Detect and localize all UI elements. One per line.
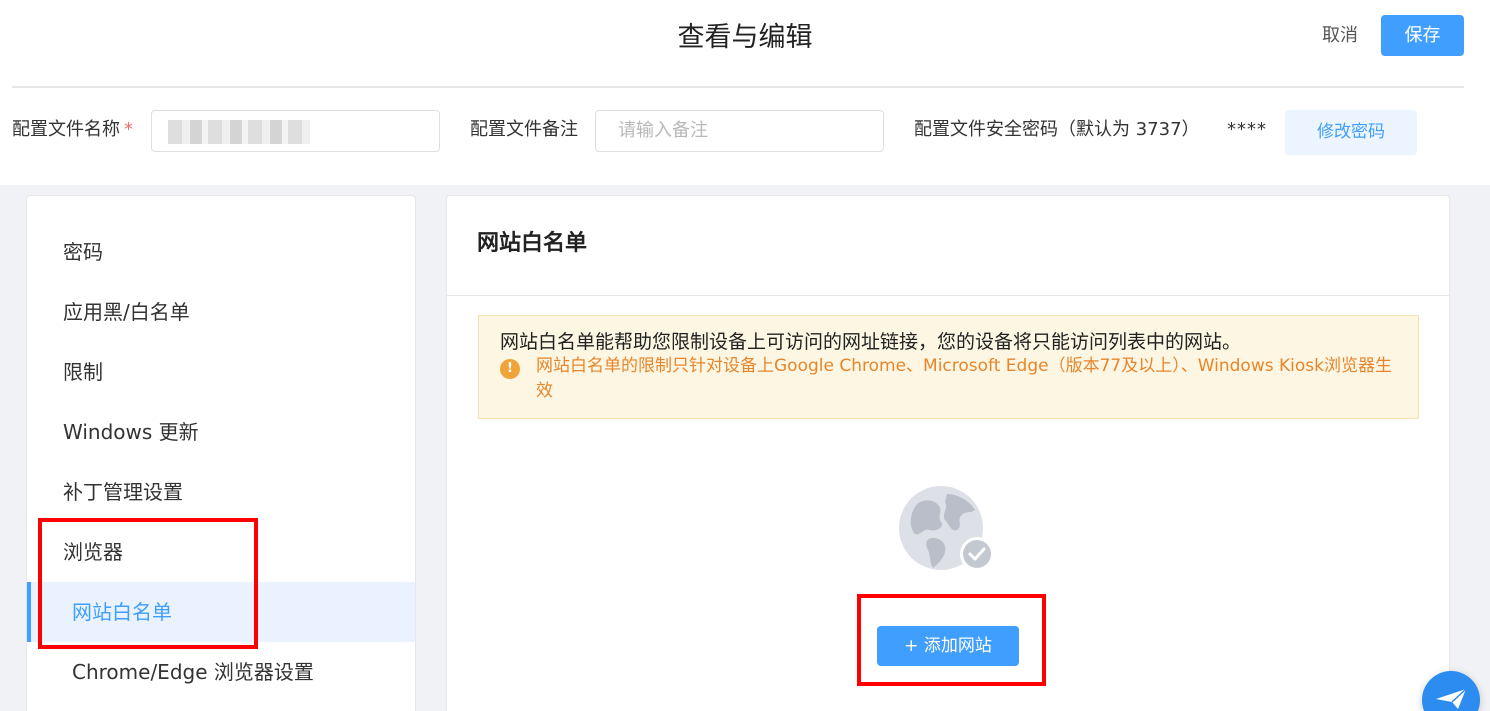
globe-check-icon xyxy=(899,486,999,576)
main-panel: 网站白名单 网站白名单能帮助您限制设备上可访问的网址链接，您的设备将只能访问列表… xyxy=(446,195,1450,711)
notice-text: 网站白名单能帮助您限制设备上可访问的网址链接，您的设备将只能访问列表中的网站。 xyxy=(500,331,1242,353)
sidebar-item-password[interactable]: 密码 xyxy=(27,222,415,282)
header-divider xyxy=(12,86,1464,88)
warning-icon: ! xyxy=(500,359,520,379)
floating-feedback-button[interactable] xyxy=(1422,671,1480,711)
profile-remark-input[interactable]: 请输入备注 xyxy=(595,110,884,152)
sidebar-group-browser: 浏览器 xyxy=(63,540,123,564)
sidebar-item-windows-update[interactable]: Windows 更新 xyxy=(27,402,415,462)
save-button[interactable]: 保存 xyxy=(1381,15,1464,56)
cancel-button[interactable]: 取消 xyxy=(1308,20,1372,52)
sidebar-item-app-blacklist[interactable]: 应用黑/白名单 xyxy=(27,282,415,342)
page-title: 查看与编辑 xyxy=(677,22,813,53)
blurred-profile-name xyxy=(168,120,310,144)
required-mark: * xyxy=(124,119,133,140)
profile-name-label: 配置文件名称 * xyxy=(12,116,133,144)
profile-remark-label: 配置文件备注 xyxy=(470,119,578,140)
profile-name-label-text: 配置文件名称 xyxy=(12,119,120,140)
top-bar: 查看与编辑 取消 保存 配置文件名称 * 配置文件备注 请输入备注 配置文件安全密… xyxy=(0,0,1490,185)
change-password-button[interactable]: 修改密码 xyxy=(1285,110,1417,155)
settings-sidebar: 密码 应用黑/白名单 限制 Windows 更新 补丁管理设置 浏览器 网站白名… xyxy=(26,195,416,711)
profile-password-label: 配置文件安全密码（默认为 3737） xyxy=(914,119,1200,140)
sidebar-item-restrictions[interactable]: 限制 xyxy=(27,342,415,402)
notice-warning-text: 网站白名单的限制只针对设备上Google Chrome、Microsoft Ed… xyxy=(536,356,1392,401)
add-website-button[interactable]: + 添加网站 xyxy=(877,626,1019,666)
send-icon xyxy=(1436,688,1467,709)
section-divider xyxy=(447,295,1449,296)
password-mask: **** xyxy=(1227,119,1267,140)
profile-name-input[interactable] xyxy=(151,110,440,152)
info-notice: 网站白名单能帮助您限制设备上可访问的网址链接，您的设备将只能访问列表中的网站。 … xyxy=(478,315,1419,419)
sidebar-item-website-whitelist[interactable]: 网站白名单 xyxy=(27,582,415,642)
remark-placeholder: 请输入备注 xyxy=(618,120,708,141)
section-title: 网站白名单 xyxy=(477,231,588,256)
sidebar-item-chrome-edge-settings[interactable]: Chrome/Edge 浏览器设置 xyxy=(27,642,415,702)
sidebar-item-patch-management[interactable]: 补丁管理设置 xyxy=(27,462,415,522)
